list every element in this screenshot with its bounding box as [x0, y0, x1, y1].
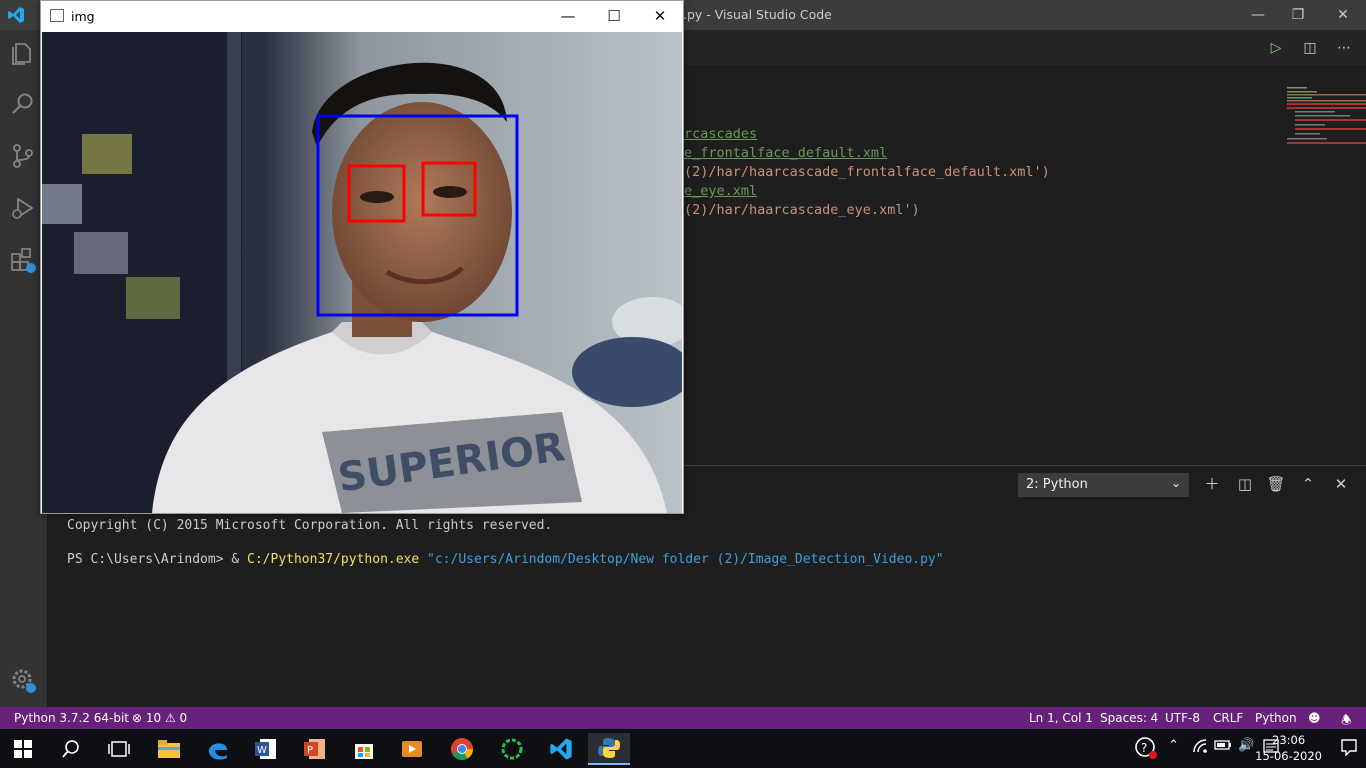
action-center-icon[interactable]	[1340, 738, 1358, 760]
close-button[interactable]: ✕	[1331, 4, 1355, 26]
word-icon[interactable]: W	[245, 733, 287, 765]
status-bar: Python 3.7.2 64-bit ⊗ 10 ⚠ 0 Ln 1, Col 1…	[0, 707, 1366, 729]
svg-text:?: ?	[1141, 741, 1147, 755]
window-title: .py - Visual Studio Code	[683, 7, 832, 22]
taskbar-search-icon[interactable]	[50, 733, 92, 765]
powerpoint-icon[interactable]: P	[294, 733, 336, 765]
opencv-window-title: img	[71, 9, 95, 24]
code-line: (2)/har/haarcascade_eye.xml')	[684, 202, 920, 218]
code-line: rcascades	[684, 126, 758, 142]
maximize-panel-button[interactable]: ⌃	[1298, 474, 1318, 494]
show-hidden-icons-icon[interactable]: ⌃	[1168, 738, 1179, 753]
explorer-icon[interactable]	[9, 38, 37, 66]
indentation[interactable]: Spaces: 4	[1100, 711, 1158, 725]
python-taskbar-icon[interactable]	[588, 733, 630, 765]
chrome-icon[interactable]	[441, 733, 483, 765]
cv-minimize-button[interactable]: —	[545, 4, 591, 29]
wifi-icon[interactable]	[1192, 738, 1208, 758]
media-player-icon[interactable]	[391, 733, 433, 765]
settings-gear-icon[interactable]	[9, 666, 37, 694]
source-control-icon[interactable]	[9, 142, 37, 170]
feedback-icon[interactable]: ☻	[1308, 711, 1321, 725]
new-terminal-button[interactable]: ＋	[1202, 474, 1222, 494]
python-interpreter[interactable]: Python 3.7.2 64-bit	[14, 711, 129, 725]
cursor-position[interactable]: Ln 1, Col 1	[1029, 711, 1093, 725]
terminal-command-line[interactable]: PS C:\Users\Arindom> & C:/Python37/pytho…	[67, 552, 944, 567]
run-file-icon[interactable]: ▷	[1266, 38, 1286, 58]
battery-icon[interactable]	[1214, 738, 1232, 756]
problems-count[interactable]: ⊗ 10 ⚠ 0	[132, 711, 187, 725]
terminal-prompt: PS C:\Users\Arindom> &	[67, 552, 248, 567]
opencv-image-window[interactable]: img — ☐ ✕ SUPERIOR	[40, 0, 684, 514]
code-line: e_eye.xml	[684, 183, 758, 199]
volume-icon[interactable]: 🔊	[1238, 738, 1254, 753]
file-explorer-icon[interactable]	[148, 733, 190, 765]
edge-browser-icon[interactable]	[197, 733, 239, 765]
help-icon[interactable]: ?	[1134, 736, 1158, 764]
split-terminal-button[interactable]: ◫	[1235, 474, 1255, 494]
svg-text:W: W	[257, 745, 267, 756]
split-editor-icon[interactable]: ◫	[1300, 38, 1320, 58]
cv-close-button[interactable]: ✕	[637, 4, 683, 29]
code-line: e_frontalface_default.xml	[684, 145, 888, 161]
extensions-icon[interactable]	[9, 246, 37, 274]
start-windows-icon[interactable]	[2, 733, 44, 765]
terminal-executable: C:/Python37/python.exe	[247, 552, 420, 567]
terminal-argument: "c:/Users/Arindom/Desktop/New folder (2)…	[419, 552, 944, 567]
terminal-dropdown-label: 2: Python	[1026, 477, 1088, 492]
line-ending[interactable]: CRLF	[1213, 711, 1243, 725]
kill-terminal-button[interactable]: 🗑	[1266, 474, 1286, 494]
opencv-window-titlebar[interactable]: img — ☐ ✕	[41, 1, 683, 32]
windows-taskbar: W P ? ⌃ 🔊 23:06 15-06-2020	[0, 729, 1366, 768]
more-actions-icon[interactable]: ⋯	[1334, 38, 1354, 58]
vscode-logo-icon	[8, 7, 24, 23]
clock-date: 15-06-2020	[1255, 749, 1322, 763]
store-icon[interactable]	[343, 733, 385, 765]
vscode-taskbar-icon[interactable]	[540, 733, 582, 765]
terminal-line: Copyright (C) 2015 Microsoft Corporation…	[67, 518, 553, 533]
taskbar-clock[interactable]: 23:06 15-06-2020	[1255, 732, 1322, 764]
minimap[interactable]	[1287, 85, 1366, 165]
close-panel-button[interactable]: ✕	[1331, 474, 1351, 494]
code-line: (2)/har/haarcascade_frontalface_default.…	[684, 164, 1050, 180]
svg-text:P: P	[307, 745, 313, 756]
loading-app-icon[interactable]	[491, 733, 533, 765]
chevron-down-icon: ⌄	[1170, 476, 1181, 490]
run-debug-icon[interactable]	[9, 194, 37, 222]
minimize-button[interactable]: —	[1246, 4, 1270, 26]
language-mode[interactable]: Python	[1255, 711, 1297, 725]
task-view-icon[interactable]	[98, 733, 140, 765]
webcam-frame-image: SUPERIOR	[42, 32, 682, 513]
terminal-dropdown[interactable]: 2: Python ⌄	[1018, 473, 1189, 497]
window-app-icon	[50, 9, 64, 22]
restore-button[interactable]: ❐	[1286, 4, 1310, 26]
clock-time: 23:06	[1272, 733, 1306, 747]
cv-maximize-button[interactable]: ☐	[591, 4, 637, 29]
search-icon[interactable]	[9, 90, 37, 118]
encoding[interactable]: UTF-8	[1165, 711, 1200, 725]
